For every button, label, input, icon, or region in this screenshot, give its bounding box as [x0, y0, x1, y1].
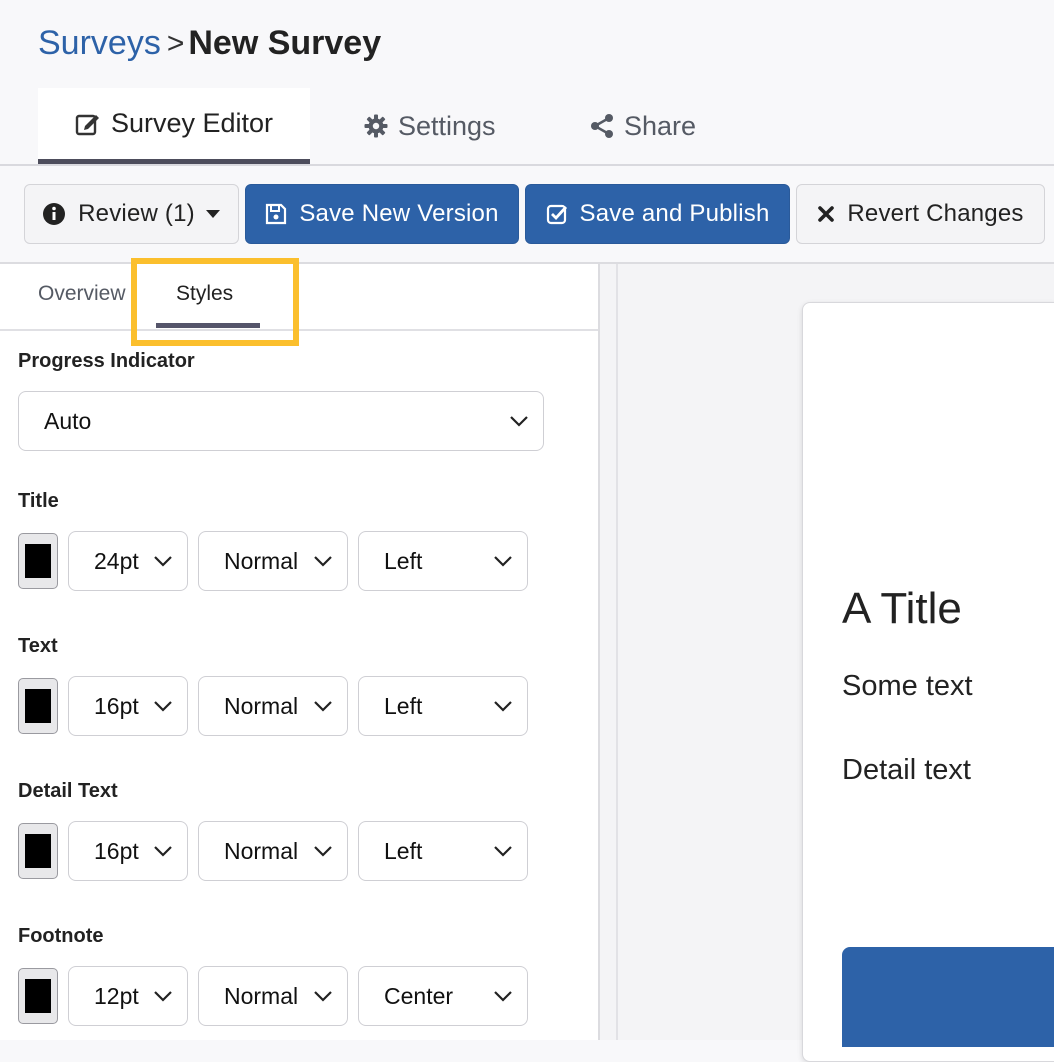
highlight-annotation — [131, 258, 299, 346]
chevron-down-icon — [314, 701, 332, 712]
info-icon — [43, 203, 66, 225]
styles-panel — [0, 264, 600, 1040]
tab-survey-editor-label: Survey Editor — [110, 108, 274, 138]
chevron-down-icon — [154, 991, 172, 1002]
save-icon — [266, 203, 287, 225]
review-button[interactable]: Review (1) — [24, 184, 239, 244]
tab-overview[interactable]: Overview — [38, 282, 126, 306]
caret-down-icon — [205, 210, 220, 218]
chevron-down-icon — [314, 846, 332, 857]
text-align-value: Left — [384, 692, 423, 719]
title-weight-value: Normal — [224, 547, 299, 574]
review-button-label: Review (1) — [78, 200, 195, 227]
top-tabs: Survey Editor Settings Share — [0, 88, 1054, 166]
detail-text-size-select[interactable]: 16pt — [68, 821, 188, 881]
progress-indicator-select[interactable]: Auto — [18, 391, 544, 451]
breadcrumb: Surveys > New Survey — [38, 24, 381, 63]
footnote-size-value: 12pt — [94, 982, 139, 1009]
chevron-down-icon — [494, 991, 512, 1002]
footnote-color-fill — [25, 979, 51, 1013]
text-color-fill — [25, 689, 51, 723]
detail-text-color-picker[interactable] — [18, 823, 58, 879]
title-align-select[interactable]: Left — [358, 531, 528, 591]
title-align-value: Left — [384, 547, 423, 574]
chevron-down-icon — [314, 556, 332, 567]
breadcrumb-surveys-link[interactable]: Surveys — [38, 24, 161, 63]
check-square-icon — [546, 204, 567, 225]
chevron-down-icon — [494, 701, 512, 712]
footnote-style-label: Footnote — [18, 925, 104, 947]
chevron-down-icon — [510, 416, 528, 427]
close-icon — [818, 206, 835, 222]
revert-changes-button[interactable]: Revert Changes — [796, 184, 1045, 244]
revert-changes-label: Revert Changes — [847, 200, 1024, 227]
detail-text-weight-select[interactable]: Normal — [198, 821, 348, 881]
panel-tabs-divider — [0, 329, 598, 331]
tab-settings-label: Settings — [398, 110, 496, 141]
chevron-down-icon — [154, 701, 172, 712]
footnote-align-select[interactable]: Center — [358, 966, 528, 1026]
detail-text-weight-value: Normal — [224, 837, 299, 864]
title-weight-select[interactable]: Normal — [198, 531, 348, 591]
footnote-color-picker[interactable] — [18, 968, 58, 1024]
title-color-fill — [25, 544, 51, 578]
detail-text-color-fill — [25, 834, 51, 868]
text-weight-select[interactable]: Normal — [198, 676, 348, 736]
detail-text-align-select[interactable]: Left — [358, 821, 528, 881]
share-icon — [591, 114, 613, 138]
preview-text: Some text — [842, 670, 973, 702]
title-style-label: Title — [18, 490, 59, 512]
chevron-down-icon — [154, 556, 172, 567]
footnote-align-value: Center — [384, 982, 454, 1009]
tab-survey-editor[interactable]: Survey Editor — [38, 88, 310, 164]
edit-icon — [75, 114, 99, 135]
text-color-picker[interactable] — [18, 678, 58, 734]
progress-indicator-label: Progress Indicator — [18, 350, 195, 372]
detail-text-size-value: 16pt — [94, 837, 139, 864]
tab-share-label: Share — [624, 110, 697, 141]
save-and-publish-button[interactable]: Save and Publish — [525, 184, 790, 244]
gear-icon — [364, 114, 388, 138]
text-align-select[interactable]: Left — [358, 676, 528, 736]
text-size-select[interactable]: 16pt — [68, 676, 188, 736]
tab-settings[interactable]: Settings — [364, 88, 496, 164]
page-title: New Survey — [188, 24, 382, 62]
chevron-down-icon — [314, 991, 332, 1002]
progress-indicator-value: Auto — [44, 407, 92, 434]
detail-text-align-value: Left — [384, 837, 423, 864]
save-and-publish-label: Save and Publish — [579, 200, 770, 227]
preview-button[interactable] — [842, 947, 1054, 1047]
text-style-label: Text — [18, 635, 58, 657]
title-color-picker[interactable] — [18, 533, 58, 589]
panel-resize-handle[interactable] — [600, 264, 618, 1040]
detail-text-style-label: Detail Text — [18, 780, 118, 802]
preview-title: A Title — [842, 584, 962, 633]
footnote-weight-value: Normal — [224, 982, 299, 1009]
text-weight-value: Normal — [224, 692, 299, 719]
chevron-down-icon — [154, 846, 172, 857]
breadcrumb-separator: > — [166, 26, 185, 60]
save-new-version-button[interactable]: Save New Version — [245, 184, 519, 244]
title-size-select[interactable]: 24pt — [68, 531, 188, 591]
chevron-down-icon — [494, 846, 512, 857]
title-size-value: 24pt — [94, 547, 139, 574]
footnote-size-select[interactable]: 12pt — [68, 966, 188, 1026]
tab-share[interactable]: Share — [590, 88, 696, 164]
text-size-value: 16pt — [94, 692, 139, 719]
footnote-weight-select[interactable]: Normal — [198, 966, 348, 1026]
save-new-version-label: Save New Version — [299, 200, 499, 227]
chevron-down-icon — [494, 556, 512, 567]
preview-detail-text: Detail text — [842, 754, 971, 786]
